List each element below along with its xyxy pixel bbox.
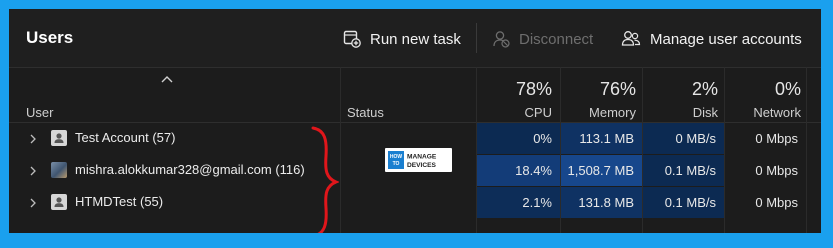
logo-manage: MANAGE: [407, 154, 437, 161]
how-to-manage-devices-logo: HOW TO MANAGE DEVICES: [385, 148, 452, 172]
manage-user-accounts-button[interactable]: Manage user accounts: [621, 28, 802, 50]
disk-header-label: Disk: [692, 105, 718, 120]
disk-total-percent: 2%: [691, 79, 718, 99]
column-header-row: User Status 78% CPU 76% Memory 2% Disk 0…: [9, 67, 821, 123]
disconnect-button[interactable]: Disconnect: [492, 28, 593, 50]
run-new-task-button[interactable]: Run new task: [343, 28, 461, 50]
annotation-bracket: [309, 126, 341, 233]
memory-total-percent: 76%: [599, 79, 636, 99]
toolbar: Users Run new task Disconnect Manage use…: [9, 9, 821, 67]
network-total-percent: 0%: [774, 79, 801, 99]
network-cell: 0 Mbps: [755, 195, 798, 210]
chevron-right-icon[interactable]: [29, 196, 37, 208]
network-header-label: Network: [753, 105, 801, 120]
sort-ascending-icon[interactable]: [161, 72, 173, 86]
disconnect-user-icon: [492, 30, 510, 48]
cpu-cell: 18.4%: [477, 155, 560, 186]
table-row[interactable]: HTMDTest (55) 2.1% 131.8 MB 0.1 MB/s 0 M…: [9, 187, 821, 218]
network-cell: 0 Mbps: [755, 131, 798, 146]
task-manager-users-window: Users Run new task Disconnect Manage use…: [9, 9, 821, 233]
toolbar-separator: [476, 23, 477, 53]
avatar: [51, 194, 67, 210]
disk-cell: 0.1 MB/s: [643, 187, 724, 218]
logo-to: TO: [393, 161, 400, 167]
column-header-status[interactable]: Status: [347, 105, 384, 120]
run-new-task-label: Run new task: [370, 30, 461, 48]
memory-cell: 1,508.7 MB: [561, 155, 642, 186]
chevron-right-icon[interactable]: [29, 164, 37, 176]
logo-devices: DEVICES: [407, 162, 437, 169]
cpu-cell: 2.1%: [477, 187, 560, 218]
avatar: [51, 162, 67, 178]
manage-user-accounts-label: Manage user accounts: [650, 30, 802, 48]
logo-how: HOW: [390, 154, 403, 160]
memory-cell: 113.1 MB: [561, 123, 642, 154]
user-name: HTMDTest (55): [75, 194, 164, 209]
disconnect-label: Disconnect: [519, 30, 594, 48]
chevron-right-icon[interactable]: [29, 132, 37, 144]
run-task-icon: [343, 30, 361, 48]
disk-cell: 0.1 MB/s: [643, 155, 724, 186]
network-cell: 0 Mbps: [755, 163, 798, 178]
user-name: mishra.alokkumar328@gmail.com (116): [75, 162, 305, 177]
page-title: Users: [26, 28, 74, 47]
user-accounts-icon: [621, 30, 641, 48]
memory-header-label: Memory: [589, 105, 636, 120]
cpu-cell: 0%: [477, 123, 560, 154]
user-name: Test Account (57): [75, 130, 176, 145]
column-header-user[interactable]: User: [26, 105, 53, 120]
cpu-total-percent: 78%: [515, 79, 552, 99]
disk-cell: 0 MB/s: [643, 123, 724, 154]
cpu-header-label: CPU: [524, 105, 552, 120]
memory-cell: 131.8 MB: [561, 187, 642, 218]
avatar: [51, 130, 67, 146]
